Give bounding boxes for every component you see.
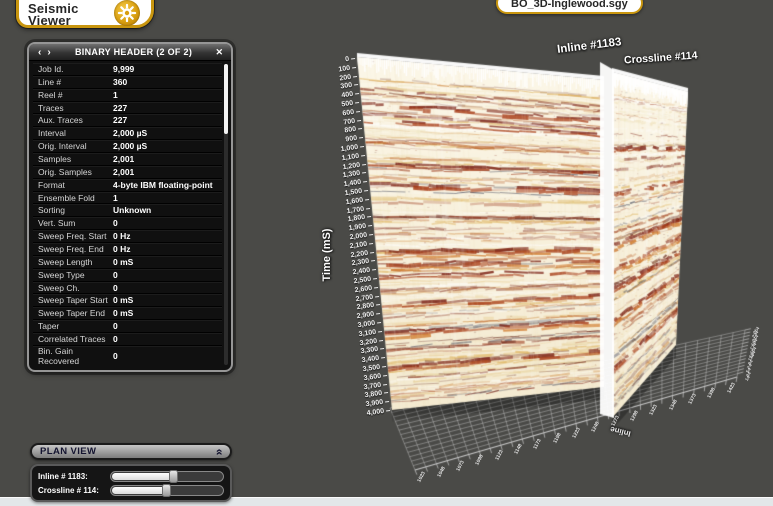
binary-header-row: Orig. Samples2,001: [33, 166, 222, 179]
binary-header-row: Vert. Sum0: [33, 217, 222, 230]
field-label: Reel #: [38, 90, 113, 100]
binary-header-row: Sweep Type0: [33, 269, 222, 282]
field-label: Sweep Ch.: [38, 283, 113, 293]
plan-view-header[interactable]: PLAN VIEW »: [30, 443, 232, 460]
field-value: 0: [113, 321, 118, 331]
field-label: Sorting: [38, 205, 113, 215]
slider-label: Crossline # 114:: [38, 486, 110, 495]
gear-icon: [114, 0, 140, 26]
field-value: 0 mS: [113, 257, 133, 267]
field-value: 0 mS: [113, 295, 133, 305]
binary-header-row: Bin. Gain Recovered0: [33, 346, 222, 366]
binary-header-panel: ‹ › BINARY HEADER (2 OF 2) ✕ Job Id.9,99…: [27, 42, 233, 372]
slider-thumb[interactable]: [169, 470, 178, 483]
close-icon[interactable]: ✕: [213, 47, 225, 58]
field-value: 1: [113, 90, 118, 100]
field-value: 360: [113, 77, 127, 87]
field-value: 0 Hz: [113, 231, 130, 241]
binary-header-row: Ensemble Fold1: [33, 192, 222, 205]
binary-header-row: Reel #1: [33, 89, 222, 102]
field-label: Sweep Taper End: [38, 308, 113, 318]
slider-label: Inline # 1183:: [38, 472, 110, 481]
binary-header-row: Sweep Length0 mS: [33, 256, 222, 269]
field-label: Sweep Type: [38, 270, 113, 280]
field-label: Job Id.: [38, 64, 113, 74]
next-header-button[interactable]: ›: [44, 45, 53, 60]
binary-header-row: Sweep Freq. Start0 Hz: [33, 230, 222, 243]
seismic-viewer-app: Inline #1183 Crossline #114 Time (mS) In…: [0, 0, 773, 506]
binary-header-rows: Job Id.9,999Line #360Reel #1Traces227Aux…: [33, 63, 222, 366]
field-value: Unknown: [113, 205, 151, 215]
app-logo-tab: Seismic Viewer: [16, 0, 154, 28]
field-value: 227: [113, 115, 127, 125]
field-value: 227: [113, 103, 127, 113]
field-value: 2,001: [113, 167, 134, 177]
binary-header-row: Sweep Freq. End0 Hz: [33, 243, 222, 256]
slider-row: Crossline # 114:: [38, 483, 224, 497]
field-value: 0 Hz: [113, 244, 130, 254]
binary-header-row: Correlated Traces0: [33, 333, 222, 346]
slice-slider-panel: Inline # 1183: Crossline # 114:: [30, 464, 232, 502]
field-label: Ensemble Fold: [38, 193, 113, 203]
field-label: Vert. Sum: [38, 218, 113, 228]
field-value: 0: [113, 334, 118, 344]
field-label: Orig. Samples: [38, 167, 113, 177]
field-label: Sweep Freq. Start: [38, 231, 113, 241]
binary-header-title: BINARY HEADER (2 OF 2): [54, 47, 214, 57]
binary-header-row: SortingUnknown: [33, 204, 222, 217]
field-value: 0: [113, 351, 118, 361]
inline-slider[interactable]: [110, 471, 224, 482]
field-label: Line #: [38, 77, 113, 87]
loaded-file-badge: BO_3D-Inglewood.sgy: [496, 0, 643, 14]
binary-header-row: Format4-byte IBM floating-point: [33, 179, 222, 192]
field-value: 0: [113, 218, 118, 228]
binary-header-row: Sweep Taper Start0 mS: [33, 294, 222, 307]
field-value: 2,001: [113, 154, 134, 164]
field-label: Samples: [38, 154, 113, 164]
field-label: Correlated Traces: [38, 334, 113, 344]
field-label: Bin. Gain Recovered: [38, 346, 113, 366]
crossline-slider[interactable]: [110, 485, 224, 496]
field-label: Orig. Interval: [38, 141, 113, 151]
field-label: Interval: [38, 128, 113, 138]
field-value: 0 mS: [113, 308, 133, 318]
binary-header-row: Sweep Taper End0 mS: [33, 307, 222, 320]
slider-row: Inline # 1183:: [38, 469, 224, 483]
scrollbar-thumb[interactable]: [224, 64, 228, 134]
field-value: 9,999: [113, 64, 134, 74]
field-label: Sweep Length: [38, 257, 113, 267]
field-label: Format: [38, 180, 113, 190]
prev-header-button[interactable]: ‹: [35, 45, 44, 60]
chevron-up-double-icon[interactable]: »: [214, 448, 224, 455]
slider-thumb[interactable]: [162, 484, 171, 497]
binary-header-scrollbar[interactable]: [224, 64, 228, 365]
app-logo-text: Seismic Viewer: [28, 3, 79, 27]
field-value: 4-byte IBM floating-point: [113, 180, 213, 190]
field-value: 0: [113, 283, 118, 293]
binary-header-row: Interval2,000 µS: [33, 127, 222, 140]
field-label: Aux. Traces: [38, 115, 113, 125]
loaded-file-name: BO_3D-Inglewood.sgy: [511, 0, 628, 10]
binary-header-row: Samples2,001: [33, 153, 222, 166]
binary-header-row: Taper0: [33, 320, 222, 333]
binary-header-row: Aux. Traces227: [33, 114, 222, 127]
binary-header-row: Sweep Ch.0: [33, 282, 222, 295]
binary-header-titlebar[interactable]: ‹ › BINARY HEADER (2 OF 2) ✕: [29, 44, 231, 61]
field-value: 2,000 µS: [113, 141, 147, 151]
logo-line2: Viewer: [28, 13, 71, 28]
binary-header-row: Traces227: [33, 102, 222, 115]
binary-header-row: Job Id.9,999: [33, 63, 222, 76]
slider-fill: [112, 473, 173, 480]
field-value: 0: [113, 270, 118, 280]
field-label: Sweep Freq. End: [38, 244, 113, 254]
binary-header-row: Orig. Interval2,000 µS: [33, 140, 222, 153]
plan-view-title: PLAN VIEW: [40, 446, 215, 457]
field-label: Sweep Taper Start: [38, 295, 113, 305]
field-value: 2,000 µS: [113, 128, 147, 138]
field-label: Taper: [38, 321, 113, 331]
binary-header-row: Line #360: [33, 76, 222, 89]
field-label: Traces: [38, 103, 113, 113]
field-value: 1: [113, 193, 118, 203]
slider-fill: [112, 487, 166, 494]
